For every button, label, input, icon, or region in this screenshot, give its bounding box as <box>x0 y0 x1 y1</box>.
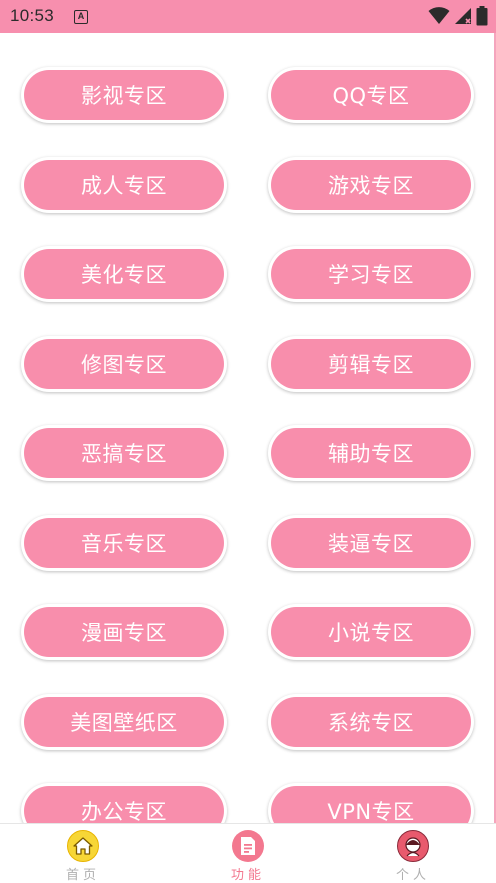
zone-label: VPN专区 <box>271 786 471 823</box>
zone-button-photo-edit[interactable]: 修图专区 <box>21 336 227 392</box>
zone-button-movies[interactable]: 影视专区 <box>21 67 227 123</box>
signal-icon <box>455 8 471 24</box>
nav-label-home: 首页 <box>65 868 100 883</box>
battery-icon <box>476 6 488 26</box>
zone-button-assist[interactable]: 辅助专区 <box>268 425 474 481</box>
nav-label-profile: 个人 <box>395 868 430 883</box>
status-bar: 10:53 A <box>0 0 496 33</box>
function-list-icon <box>232 830 264 862</box>
a-letter-icon: A <box>74 10 88 24</box>
zone-button-games[interactable]: 游戏专区 <box>268 157 474 213</box>
profile-icon <box>397 830 429 862</box>
zone-button-comics[interactable]: 漫画专区 <box>21 604 227 660</box>
zone-button-prank[interactable]: 恶搞专区 <box>21 425 227 481</box>
nav-item-home[interactable]: 首页 <box>23 824 143 883</box>
status-time: 10:53 <box>10 6 55 25</box>
zone-label: 办公专区 <box>24 786 224 823</box>
zone-button-system[interactable]: 系统专区 <box>268 694 474 750</box>
zone-label: 漫画专区 <box>24 607 224 657</box>
zone-label: 音乐专区 <box>24 518 224 568</box>
zone-label: 美图壁纸区 <box>24 697 224 747</box>
zone-button-qq[interactable]: QQ专区 <box>268 67 474 123</box>
zone-button-adult[interactable]: 成人专区 <box>21 157 227 213</box>
zone-button-novels[interactable]: 小说专区 <box>268 604 474 660</box>
zone-button-office[interactable]: 办公专区 <box>21 783 227 823</box>
zone-label: 成人专区 <box>24 160 224 210</box>
nav-item-function[interactable]: 功能 <box>188 824 308 883</box>
status-icons <box>428 6 488 26</box>
zone-label: 学习专区 <box>271 249 471 299</box>
zone-label: 装逼专区 <box>271 518 471 568</box>
zone-label: 系统专区 <box>271 697 471 747</box>
zone-button-beautify[interactable]: 美化专区 <box>21 246 227 302</box>
home-icon <box>67 830 99 862</box>
zone-label: 美化专区 <box>24 249 224 299</box>
zone-button-vpn[interactable]: VPN专区 <box>268 783 474 823</box>
zone-label: 小说专区 <box>271 607 471 657</box>
nav-item-profile[interactable]: 个人 <box>353 824 473 883</box>
zone-button-wallpapers[interactable]: 美图壁纸区 <box>21 694 227 750</box>
zone-button-show-off[interactable]: 装逼专区 <box>268 515 474 571</box>
zone-label: 影视专区 <box>24 70 224 120</box>
wifi-icon <box>428 7 450 24</box>
bottom-nav: 首页 功能 个人 <box>0 823 496 883</box>
zone-button-study[interactable]: 学习专区 <box>268 246 474 302</box>
zone-label: 辅助专区 <box>271 428 471 478</box>
zone-label: 游戏专区 <box>271 160 471 210</box>
nav-label-function: 功能 <box>230 868 265 883</box>
zone-label: 恶搞专区 <box>24 428 224 478</box>
zone-button-video-edit[interactable]: 剪辑专区 <box>268 336 474 392</box>
zone-label: 修图专区 <box>24 339 224 389</box>
zone-grid: 影视专区 成人专区 美化专区 修图专区 恶搞专区 音乐专区 漫画专区 美图壁纸区… <box>0 33 496 823</box>
zone-label: QQ专区 <box>271 70 471 120</box>
zone-label: 剪辑专区 <box>271 339 471 389</box>
zone-button-music[interactable]: 音乐专区 <box>21 515 227 571</box>
